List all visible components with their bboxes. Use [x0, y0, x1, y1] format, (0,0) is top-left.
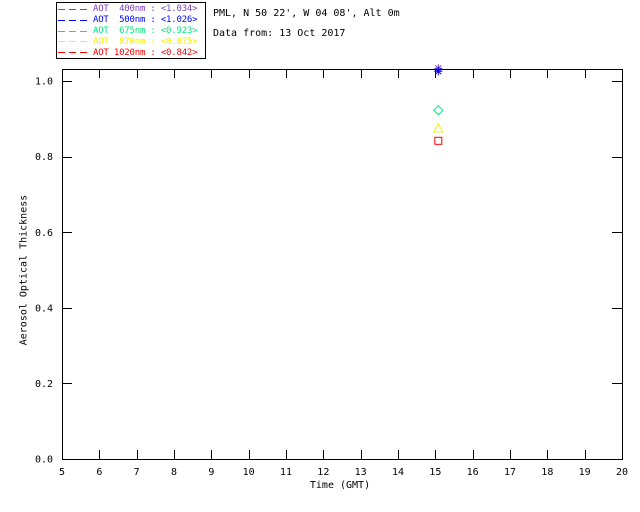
legend-label-1020nm: AOT 1020nm : <0.842> — [93, 47, 198, 58]
legend-dash-sample-1020nm — [58, 52, 91, 54]
legend-row-500nm: AOT 500nm : <1.026> — [57, 15, 205, 26]
x-tick-label-17: 17 — [504, 467, 516, 478]
x-tick-label-9: 9 — [208, 467, 214, 478]
y-tick-label-1.0: 1.0 — [35, 77, 53, 88]
x-tick-label-5: 5 — [59, 467, 65, 478]
marker-675nm-diamond — [433, 104, 444, 116]
legend-row-400nm: AOT 400nm : <1.034> — [57, 4, 205, 15]
x-axis-label: Time (GMT) — [309, 480, 371, 491]
aot-plot-image: 5 6 7 8 9 10 11 12 13 14 15 16 17 18 19 20 0.0 0.2 0.4 0.6 0… — [0, 0, 640, 512]
x-tick-label-15: 15 — [429, 467, 441, 478]
legend-row-1020nm: AOT 1020nm : <0.842> — [57, 47, 205, 58]
legend-dash-sample-400nm — [58, 8, 91, 10]
legend-dash-sample-675nm — [58, 30, 91, 32]
marker-1020nm-square — [434, 136, 443, 145]
x-tick-label-19: 19 — [579, 467, 591, 478]
y-tick-label-0.0: 0.0 — [35, 455, 53, 466]
x-tick-label-12: 12 — [317, 467, 329, 478]
x-tick-label-14: 14 — [392, 467, 404, 478]
y-axis-label: Aerosol Optical Thickness — [18, 194, 30, 346]
legend-label-500nm: AOT 500nm : <1.026> — [93, 15, 198, 26]
x-tick-label-13: 13 — [355, 467, 367, 478]
legend-label-870nm: AOT 870nm : <0.875> — [93, 36, 198, 47]
legend-dash-sample-870nm — [58, 41, 91, 43]
x-tick-label-18: 18 — [541, 467, 553, 478]
x-tick-label-11: 11 — [280, 467, 292, 478]
y-tick-label-0.6: 0.6 — [35, 228, 53, 239]
y-tick-label-0.8: 0.8 — [35, 152, 53, 163]
x-tick-label-20: 20 — [616, 467, 628, 478]
x-tick-label-6: 6 — [96, 467, 102, 478]
data-date: Data from: 13 Oct 2017 — [213, 28, 346, 39]
x-tick-label-16: 16 — [467, 467, 479, 478]
y-tick-label-0.2: 0.2 — [35, 379, 53, 390]
plot-canvas: 5 6 7 8 9 10 11 12 13 14 15 16 17 18 19 20 0.0 0.2 0.4 0.6 0… — [35, 64, 628, 478]
x-tick-label-10: 10 — [243, 467, 255, 478]
legend-row-675nm: AOT 675nm : <0.923> — [57, 26, 205, 37]
x-tick-label-7: 7 — [134, 467, 140, 478]
station-title: PML, N 50 22', W 04 08', Alt 0m — [213, 8, 400, 19]
marker-870nm-triangle — [432, 122, 444, 133]
x-tick-label-8: 8 — [171, 467, 177, 478]
plot-frame — [62, 69, 623, 460]
y-tick-label-0.4: 0.4 — [35, 303, 53, 314]
legend-box: AOT 400nm : <1.034> AOT 500nm : <1.026> AO… — [56, 2, 206, 59]
title-block: PML, N 50 22', W 04 08', Alt 0m Data fro… — [213, 4, 400, 44]
legend-dash-sample-500nm — [58, 19, 91, 21]
legend-row-870nm: AOT 870nm : <0.875> — [57, 36, 205, 47]
legend-label-675nm: AOT 675nm : <0.923> — [93, 25, 198, 36]
legend-label-400nm: AOT 400nm : <1.034> — [93, 4, 198, 15]
